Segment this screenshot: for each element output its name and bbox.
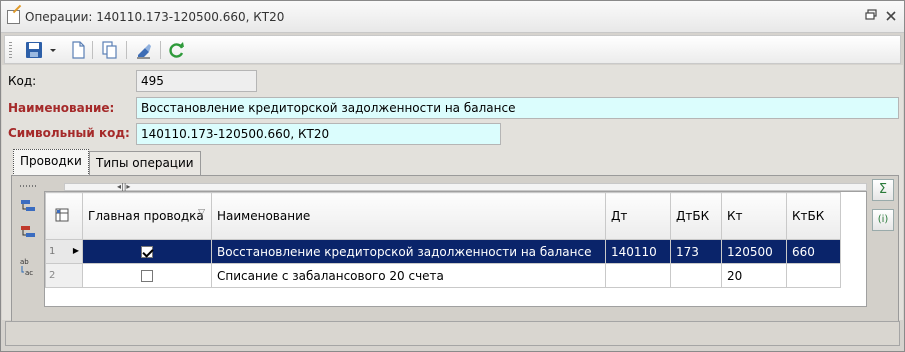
column-dt[interactable]: Дт <box>605 192 671 240</box>
name-field[interactable]: Восстановление кредиторской задолженност… <box>136 97 899 119</box>
postings-panel: ab ac ◂||▸ Главная проводка ▽ Наименован… <box>11 175 899 322</box>
grid-right-toolbar: Σ (i) <box>868 176 898 321</box>
column-ktbk[interactable]: КтБК <box>786 192 841 240</box>
new-document-button[interactable] <box>68 40 88 60</box>
ktbk-cell[interactable] <box>786 263 841 288</box>
table-row[interactable]: 2 Списание с забалансового 20 счета 20 <box>45 263 841 288</box>
info-button[interactable]: (i) <box>872 209 894 231</box>
save-dropdown-button[interactable] <box>48 40 58 60</box>
restore-window-button[interactable] <box>863 9 879 25</box>
floppy-disk-icon <box>26 42 42 58</box>
name-cell[interactable]: Списание с забалансового 20 счета <box>211 263 606 288</box>
row-indicator[interactable]: 1 ▶ <box>45 239 83 264</box>
dt-cell[interactable] <box>605 263 671 288</box>
svg-text:ab: ab <box>20 258 29 266</box>
save-button[interactable] <box>24 40 44 60</box>
text-replace-icon: ab ac <box>20 258 33 277</box>
column-name[interactable]: Наименование <box>211 192 606 240</box>
row-number: 1 <box>49 246 56 257</box>
kt-cell[interactable]: 120500 <box>721 239 787 264</box>
close-icon <box>886 11 896 21</box>
name-cell[interactable]: Восстановление кредиторской задолженност… <box>211 239 606 264</box>
title-bar: Операции: 140110.173-120500.660, КТ20 <box>1 1 904 33</box>
kt-cell[interactable]: 20 <box>721 263 787 288</box>
symbol-code-field[interactable]: 140110.173-120500.660, КТ20 <box>136 123 501 145</box>
code-field[interactable]: 495 <box>136 70 257 92</box>
tab-operation-types[interactable]: Типы операции <box>89 151 201 175</box>
column-main-posting[interactable]: Главная проводка ▽ <box>82 192 212 240</box>
panel-grip[interactable] <box>20 185 38 187</box>
dtbk-cell[interactable] <box>670 263 722 288</box>
code-label: Код: <box>8 74 37 88</box>
column-band-bar[interactable]: ◂||▸ <box>64 182 867 191</box>
tree-collapse-icon <box>21 226 35 237</box>
grid-header-row: Главная проводка ▽ Наименование Дт ДтБК … <box>45 192 841 240</box>
edit-document-icon <box>7 10 20 24</box>
toolbar-separator <box>126 41 127 59</box>
copy-button[interactable] <box>100 40 120 60</box>
collapse-rows-button[interactable] <box>19 223 37 241</box>
filter-dropdown-icon[interactable]: ▽ <box>198 206 205 221</box>
tab-postings[interactable]: Проводки <box>13 149 89 176</box>
toolbar-grip[interactable] <box>9 42 12 59</box>
main-posting-cell[interactable] <box>82 263 212 288</box>
sum-button[interactable]: Σ <box>872 179 894 201</box>
main-posting-cell[interactable] <box>82 239 212 264</box>
status-bar <box>5 321 900 346</box>
toolbar-separator <box>160 41 161 59</box>
grid-side-toolbar: ab ac <box>12 176 42 321</box>
operations-window: Операции: 140110.173-120500.660, КТ20 Ко… <box>0 0 905 352</box>
expand-rows-button[interactable] <box>19 197 37 215</box>
symbol-code-label: Символьный код: <box>8 126 130 140</box>
svg-text:ac: ac <box>25 269 33 277</box>
column-main-posting-label: Главная проводка <box>88 208 204 223</box>
dtbk-cell[interactable]: 173 <box>670 239 722 264</box>
band-drag-icon[interactable]: ◂||▸ <box>117 182 130 191</box>
dt-cell[interactable]: 140110 <box>605 239 671 264</box>
row-number: 2 <box>49 270 56 281</box>
grid-corner-button[interactable] <box>45 192 83 240</box>
column-dtbk[interactable]: ДтБК <box>670 192 722 240</box>
restore-icon <box>865 9 877 20</box>
ktbk-cell[interactable]: 660 <box>786 239 841 264</box>
toolbar-separator <box>92 41 93 59</box>
row-indicator[interactable]: 2 <box>45 263 83 288</box>
postings-table: Главная проводка ▽ Наименование Дт ДтБК … <box>45 192 841 288</box>
postings-grid: Главная проводка ▽ Наименование Дт ДтБК … <box>44 191 867 307</box>
eraser-brush-icon <box>137 44 151 59</box>
name-label: Наименование: <box>8 101 115 115</box>
clear-format-button[interactable] <box>134 40 154 60</box>
copy-icon <box>102 41 117 59</box>
window-title: Операции: 140110.173-120500.660, КТ20 <box>25 10 285 24</box>
column-chooser-icon <box>55 208 69 221</box>
close-window-button[interactable] <box>883 9 899 25</box>
refresh-icon <box>169 42 184 58</box>
toolbar <box>4 35 901 64</box>
tree-expand-icon <box>21 200 35 211</box>
form-area: Код: 495 Наименование: Восстановление кр… <box>2 65 903 322</box>
column-kt[interactable]: Кт <box>721 192 787 240</box>
blank-page-icon <box>72 41 85 59</box>
main-posting-checkbox[interactable] <box>141 246 153 258</box>
spell-replace-button[interactable]: ab ac <box>19 256 37 277</box>
chevron-down-icon <box>50 49 56 52</box>
main-posting-checkbox[interactable] <box>141 270 153 282</box>
table-row[interactable]: 1 ▶ Восстановление кредиторской задолжен… <box>45 239 841 264</box>
current-row-arrow-icon: ▶ <box>72 246 79 255</box>
refresh-button[interactable] <box>167 40 187 60</box>
